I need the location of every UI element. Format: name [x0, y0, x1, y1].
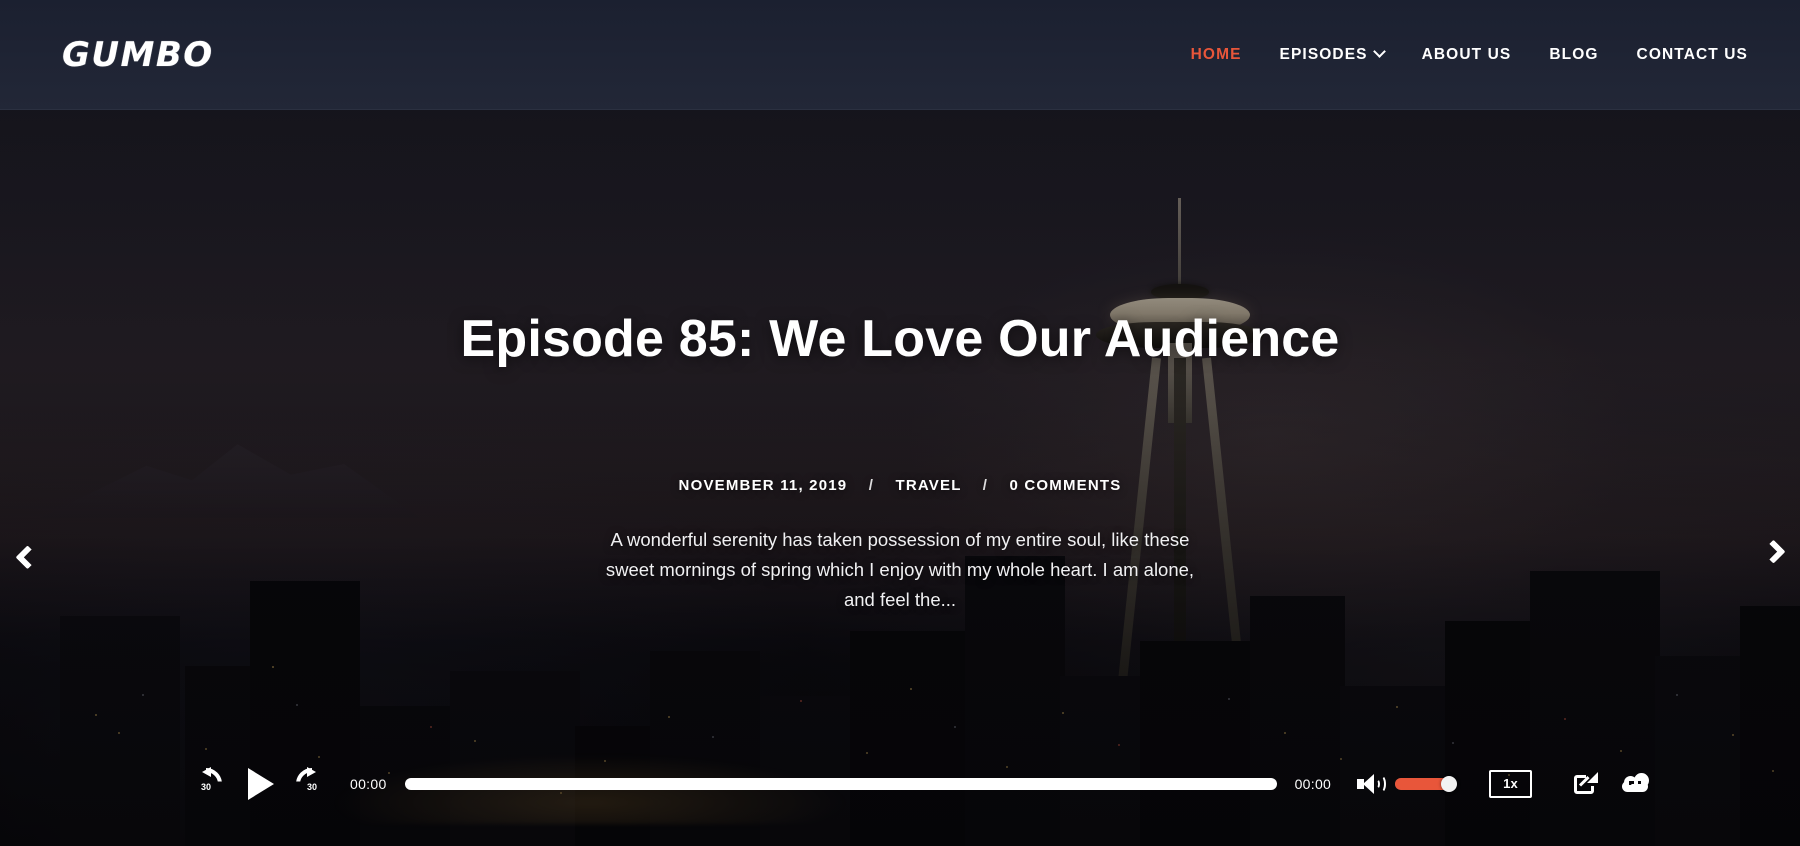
episode-comments[interactable]: 0 COMMENTS: [1009, 477, 1121, 494]
forward-30-icon: 30: [296, 767, 328, 800]
share-icon[interactable]: [1574, 772, 1599, 796]
cloud-download-icon[interactable]: [1620, 772, 1650, 796]
hero-content: Episode 85: We Love Our Audience NOVEMBE…: [0, 110, 1800, 846]
carousel-prev-button[interactable]: [4, 531, 50, 577]
progress-bar[interactable]: [404, 778, 1277, 790]
meta-separator: /: [982, 477, 989, 494]
speaker-icon[interactable]: [1357, 773, 1387, 795]
episode-description: A wonderful serenity has taken possessio…: [605, 529, 1195, 610]
episode-category[interactable]: TRAVEL: [895, 477, 961, 494]
rewind-30-icon: 30: [190, 767, 222, 800]
volume-control: [1357, 773, 1458, 795]
current-time: 00:00: [350, 776, 387, 792]
chevron-down-icon: [1372, 45, 1386, 58]
nav-item-episodes[interactable]: EPISODES: [1279, 45, 1386, 64]
site-logo[interactable]: GUMBO: [62, 35, 214, 75]
nav-item-contact-us[interactable]: CONTACT US: [1637, 46, 1748, 64]
nav-item-label: CONTACT US: [1636, 45, 1748, 63]
forward-seconds-label: 30: [306, 781, 317, 792]
carousel-next-button[interactable]: [1750, 531, 1796, 577]
nav-item-about-us[interactable]: ABOUT US: [1422, 46, 1512, 64]
audio-player: 30 30 00:00 00:00 1x: [0, 754, 1800, 814]
duration-time: 00:00: [1294, 776, 1332, 792]
site-header: GUMBO HOME EPISODES ABOUT US BLOG CONTAC…: [0, 0, 1800, 110]
episode-date: NOVEMBER 11, 2019: [678, 477, 848, 494]
episode-title: Episode 85: We Love Our Audience: [460, 310, 1340, 368]
nav-item-label: ABOUT US: [1421, 45, 1512, 63]
play-icon: [248, 768, 274, 800]
nav-item-label: EPISODES: [1279, 45, 1368, 63]
volume-knob[interactable]: [1441, 776, 1458, 792]
volume-slider[interactable]: [1395, 776, 1458, 792]
episode-meta: NOVEMBER 11, 2019 / TRAVEL / 0 COMMENTS: [0, 477, 1800, 494]
rewind-30-button[interactable]: 30: [190, 767, 222, 800]
meta-separator: /: [868, 477, 875, 494]
chevron-left-icon: [14, 544, 40, 569]
chevron-right-icon: [1760, 539, 1786, 564]
nav-item-home[interactable]: HOME: [1191, 46, 1242, 64]
play-button[interactable]: [244, 768, 274, 800]
forward-30-button[interactable]: 30: [296, 767, 328, 800]
main-navigation: HOME EPISODES ABOUT US BLOG CONTACT US: [1191, 45, 1748, 64]
hero-slider: Episode 85: We Love Our Audience NOVEMBE…: [0, 110, 1800, 846]
nav-item-label: HOME: [1190, 45, 1242, 63]
playback-speed-button[interactable]: 1x: [1489, 770, 1532, 798]
nav-item-blog[interactable]: BLOG: [1549, 46, 1598, 64]
rewind-seconds-label: 30: [200, 781, 211, 792]
nav-item-label: BLOG: [1549, 45, 1599, 63]
